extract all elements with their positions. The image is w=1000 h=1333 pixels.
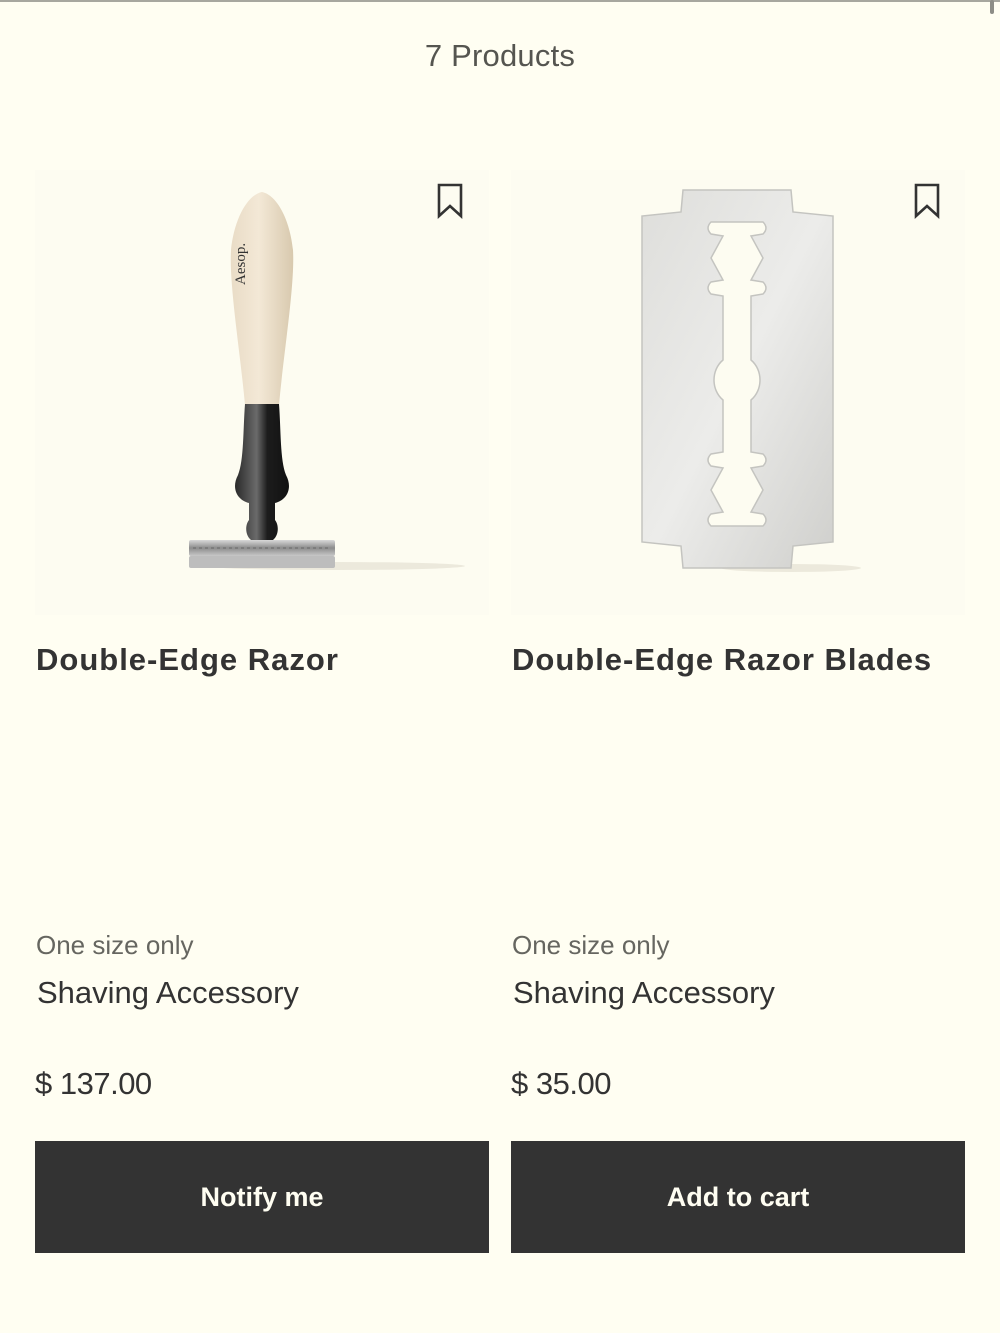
product-count: 7 Products	[424, 38, 576, 73]
bookmark-icon[interactable]	[913, 183, 941, 219]
add-to-cart-button[interactable]: Add to cart	[511, 1141, 965, 1253]
product-category: Shaving Accessory	[513, 975, 775, 1010]
product-name[interactable]: Double-Edge Razor Blades	[512, 642, 952, 677]
product-card-double-edge-razor-blades[interactable]: Double-Edge Razor Blades One size only S…	[511, 170, 965, 1253]
product-card-double-edge-razor[interactable]: Aesop. Double-Edge Razor One size only S…	[35, 170, 489, 1253]
product-category: Shaving Accessory	[37, 975, 299, 1010]
notify-me-button[interactable]: Notify me	[35, 1141, 489, 1253]
product-size: One size only	[512, 930, 670, 960]
razor-image: Aesop.	[189, 192, 465, 570]
razor-blade-image	[641, 189, 861, 572]
scrollbar-thumb[interactable]	[990, 0, 994, 14]
product-price: $ 137.00	[35, 1066, 152, 1101]
product-price: $ 35.00	[511, 1066, 611, 1101]
product-name[interactable]: Double-Edge Razor	[36, 642, 476, 677]
product-size: One size only	[36, 930, 194, 960]
top-divider	[0, 0, 1000, 2]
razor-brand-mark: Aesop.	[233, 243, 249, 285]
product-image-blades[interactable]	[511, 170, 965, 615]
product-image-razor[interactable]: Aesop.	[35, 170, 489, 615]
bookmark-icon[interactable]	[436, 183, 464, 219]
